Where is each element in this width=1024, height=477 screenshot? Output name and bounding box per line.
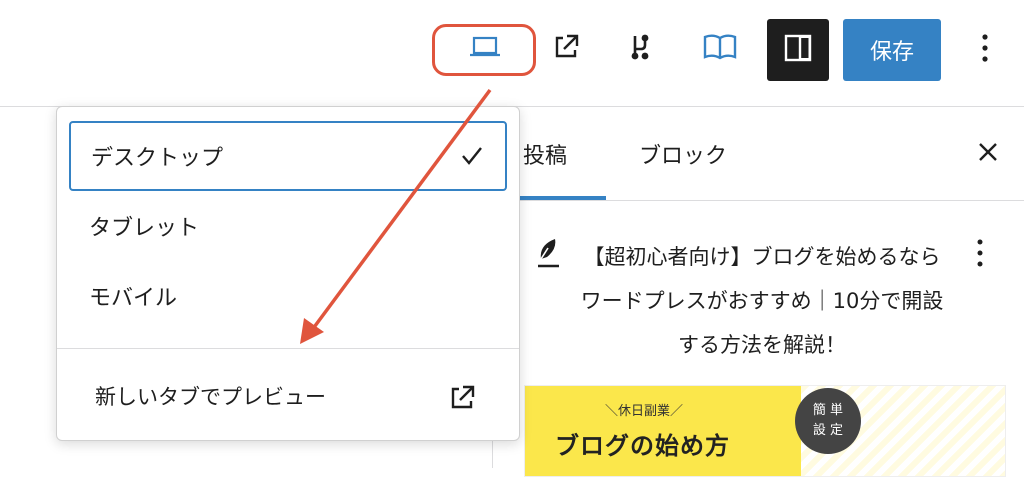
menu-item-tablet[interactable]: タブレット <box>69 191 507 261</box>
menu-item-desktop[interactable]: デスクトップ <box>69 121 507 191</box>
external-link-icon <box>551 32 581 66</box>
featured-image-title: ブログの始め方 <box>555 432 730 460</box>
editor-header: 保存 <box>0 0 1024 107</box>
save-button[interactable]: 保存 <box>843 19 941 81</box>
revisions-button[interactable] <box>620 26 660 72</box>
options-menu-button[interactable] <box>965 26 1005 74</box>
menu-divider <box>57 348 519 349</box>
tabs-divider <box>493 200 1024 201</box>
menu-item-preview-new-tab[interactable]: 新しいタブでプレビュー <box>69 363 507 429</box>
featured-image-subtitle: ＼休日副業／ <box>605 404 684 419</box>
more-vertical-icon <box>976 238 984 272</box>
menu-item-label: 新しいタブでプレビュー <box>95 385 326 409</box>
menu-item-label: モバイル <box>89 286 178 311</box>
close-sidebar-button[interactable] <box>971 137 1005 171</box>
sidebar-toggle-icon <box>783 33 813 67</box>
menu-item-label: タブレット <box>89 216 200 241</box>
post-title[interactable]: 【超初心者向け】ブログを始めるならワードプレスがおすすめ｜10分で開設する方法を… <box>577 235 947 367</box>
menu-item-label: デスクトップ <box>91 146 224 171</box>
settings-sidebar: 投稿 ブロック 【超初心者向け】ブログを始めるならワードプレスがおすすめ｜10分… <box>492 107 1024 477</box>
close-icon <box>977 141 999 167</box>
featured-image-badge: 簡 単 設 定 <box>795 388 861 454</box>
laptop-icon <box>465 32 505 66</box>
menu-item-mobile[interactable]: モバイル <box>69 261 507 331</box>
post-type-icon <box>535 235 563 275</box>
preview-device-button[interactable] <box>465 26 505 72</box>
revisions-icon <box>625 31 655 67</box>
tab-post[interactable]: 投稿 <box>523 107 567 200</box>
post-actions-button[interactable] <box>969 235 991 275</box>
tab-block[interactable]: ブロック <box>639 107 727 200</box>
sidebar-toggle-button[interactable] <box>767 19 829 81</box>
badge-line-1: 簡 単 <box>812 403 844 418</box>
featured-image[interactable]: ＼休日副業／ ブログの始め方 簡 単 設 定 <box>524 385 1006 477</box>
checkmark-icon <box>459 143 485 175</box>
book-icon <box>702 32 738 66</box>
more-vertical-icon <box>980 33 990 67</box>
external-link-icon <box>447 383 477 418</box>
reader-mode-button[interactable] <box>700 26 740 72</box>
badge-line-2: 設 定 <box>812 423 844 438</box>
view-post-button[interactable] <box>546 26 586 72</box>
preview-device-menu: デスクトップ タブレット モバイル 新しいタブでプレビュー <box>56 106 520 441</box>
